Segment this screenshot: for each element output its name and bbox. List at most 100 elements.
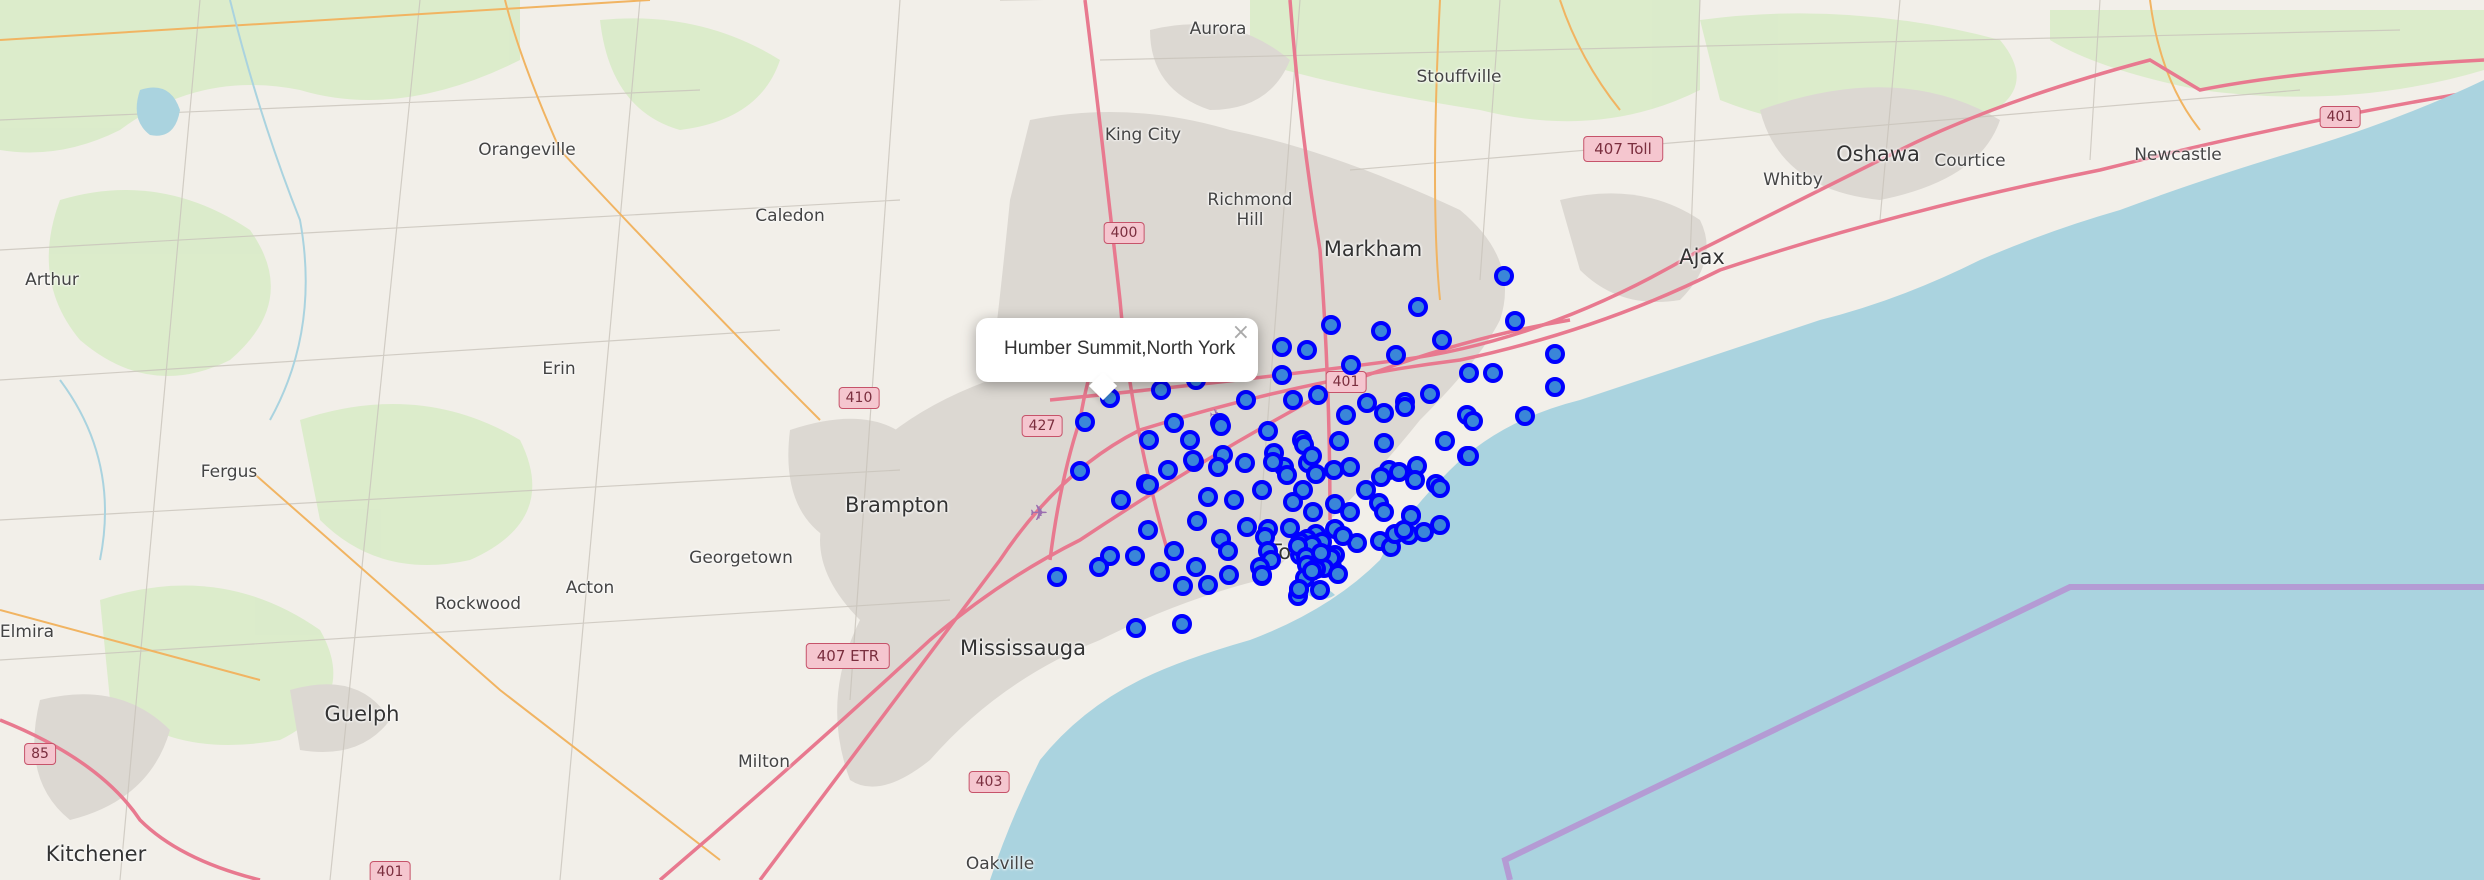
neighborhood-marker[interactable] xyxy=(1328,564,1348,584)
highway-shield-85: 85 xyxy=(24,743,56,765)
neighborhood-marker[interactable] xyxy=(1374,433,1394,453)
highway-shield-400: 400 xyxy=(1103,222,1145,244)
highway-shield-410: 410 xyxy=(838,387,880,409)
neighborhood-marker[interactable] xyxy=(1340,457,1360,477)
neighborhood-marker[interactable] xyxy=(1329,431,1349,451)
neighborhood-marker[interactable] xyxy=(1308,385,1328,405)
neighborhood-marker[interactable] xyxy=(1371,467,1391,487)
neighborhood-marker[interactable] xyxy=(1139,475,1159,495)
neighborhood-marker[interactable] xyxy=(1483,363,1503,383)
highway-shield-401-west: 401 xyxy=(369,861,411,880)
neighborhood-marker[interactable] xyxy=(1235,453,1255,473)
neighborhood-marker[interactable] xyxy=(1336,405,1356,425)
neighborhood-marker[interactable] xyxy=(1272,365,1292,385)
neighborhood-marker[interactable] xyxy=(1432,330,1452,350)
neighborhood-marker[interactable] xyxy=(1252,480,1272,500)
neighborhood-marker[interactable] xyxy=(1173,576,1193,596)
neighborhood-marker[interactable] xyxy=(1164,541,1184,561)
neighborhood-marker[interactable] xyxy=(1311,543,1331,563)
neighborhood-marker[interactable] xyxy=(1405,470,1425,490)
neighborhood-marker[interactable] xyxy=(1340,502,1360,522)
neighborhood-marker[interactable] xyxy=(1219,565,1239,585)
neighborhood-marker[interactable] xyxy=(1310,580,1330,600)
neighborhood-marker[interactable] xyxy=(1463,411,1483,431)
neighborhood-marker[interactable] xyxy=(1289,579,1309,599)
neighborhood-marker[interactable] xyxy=(1258,421,1278,441)
place-label-brampton: Brampton xyxy=(844,493,950,517)
neighborhood-marker[interactable] xyxy=(1070,461,1090,481)
neighborhood-marker[interactable] xyxy=(1236,390,1256,410)
popup-close-button[interactable]: × xyxy=(1232,320,1250,345)
neighborhood-marker[interactable] xyxy=(1386,345,1406,365)
neighborhood-marker[interactable] xyxy=(1545,344,1565,364)
place-label-courtice: Courtice xyxy=(1934,151,2006,171)
neighborhood-marker[interactable] xyxy=(1321,315,1341,335)
place-label-rockwood: Rockwood xyxy=(434,594,522,614)
map-canvas[interactable]: Aurora Stouffville King City Orangeville… xyxy=(0,0,2484,880)
place-label-georgetown: Georgetown xyxy=(689,548,793,568)
neighborhood-marker[interactable] xyxy=(1198,575,1218,595)
neighborhood-marker[interactable] xyxy=(1075,412,1095,432)
neighborhood-marker[interactable] xyxy=(1211,416,1231,436)
neighborhood-marker[interactable] xyxy=(1302,561,1322,581)
neighborhood-marker[interactable] xyxy=(1125,546,1145,566)
neighborhood-marker[interactable] xyxy=(1126,618,1146,638)
neighborhood-marker[interactable] xyxy=(1494,266,1514,286)
neighborhood-marker[interactable] xyxy=(1545,377,1565,397)
neighborhood-marker[interactable] xyxy=(1435,431,1455,451)
neighborhood-marker[interactable] xyxy=(1408,297,1428,317)
neighborhood-marker[interactable] xyxy=(1111,490,1131,510)
place-label-newcastle: Newcastle xyxy=(2134,145,2222,165)
neighborhood-marker[interactable] xyxy=(1277,465,1297,485)
neighborhood-marker[interactable] xyxy=(1505,311,1525,331)
neighborhood-marker[interactable] xyxy=(1208,457,1228,477)
neighborhood-marker[interactable] xyxy=(1218,541,1238,561)
neighborhood-marker[interactable] xyxy=(1237,517,1257,537)
neighborhood-marker[interactable] xyxy=(1252,565,1272,585)
neighborhood-marker[interactable] xyxy=(1164,413,1184,433)
neighborhood-marker[interactable] xyxy=(1333,526,1353,546)
neighborhood-marker[interactable] xyxy=(1374,502,1394,522)
place-label-fergus: Fergus xyxy=(200,462,258,482)
neighborhood-marker[interactable] xyxy=(1158,460,1178,480)
neighborhood-marker[interactable] xyxy=(1341,355,1361,375)
highway-shield-401: 401 xyxy=(1325,371,1367,393)
neighborhood-marker[interactable] xyxy=(1394,520,1414,540)
neighborhood-marker[interactable] xyxy=(1283,390,1303,410)
neighborhood-marker[interactable] xyxy=(1180,430,1200,450)
place-label-king-city: King City xyxy=(1104,125,1182,145)
neighborhood-marker[interactable] xyxy=(1459,363,1479,383)
neighborhood-marker[interactable] xyxy=(1430,478,1450,498)
neighborhood-marker[interactable] xyxy=(1303,502,1323,522)
neighborhood-marker[interactable] xyxy=(1374,403,1394,423)
neighborhood-marker[interactable] xyxy=(1459,446,1479,466)
neighborhood-marker[interactable] xyxy=(1515,406,1535,426)
neighborhood-marker[interactable] xyxy=(1172,614,1192,634)
place-label-orangeville: Orangeville xyxy=(478,140,576,160)
neighborhood-marker[interactable] xyxy=(1224,490,1244,510)
highway-shield-403: 403 xyxy=(968,771,1010,793)
neighborhood-marker[interactable] xyxy=(1047,567,1067,587)
place-label-milton: Milton xyxy=(738,752,790,772)
neighborhood-marker[interactable] xyxy=(1089,557,1109,577)
neighborhood-marker[interactable] xyxy=(1151,380,1171,400)
place-label-kitchener: Kitchener xyxy=(45,842,147,866)
place-label-whitby: Whitby xyxy=(1763,170,1823,190)
neighborhood-marker[interactable] xyxy=(1283,492,1303,512)
neighborhood-marker[interactable] xyxy=(1150,562,1170,582)
neighborhood-marker[interactable] xyxy=(1187,511,1207,531)
neighborhood-marker[interactable] xyxy=(1138,520,1158,540)
neighborhood-marker[interactable] xyxy=(1414,522,1434,542)
neighborhood-marker[interactable] xyxy=(1371,321,1391,341)
neighborhood-marker[interactable] xyxy=(1186,557,1206,577)
neighborhood-marker[interactable] xyxy=(1395,397,1415,417)
place-label-oshawa: Oshawa xyxy=(1836,142,1920,166)
neighborhood-marker[interactable] xyxy=(1183,450,1203,470)
place-label-erin: Erin xyxy=(542,359,576,379)
neighborhood-marker[interactable] xyxy=(1420,384,1440,404)
neighborhood-marker[interactable] xyxy=(1139,430,1159,450)
neighborhood-marker[interactable] xyxy=(1297,340,1317,360)
neighborhood-marker[interactable] xyxy=(1302,446,1322,466)
neighborhood-marker[interactable] xyxy=(1272,337,1292,357)
neighborhood-marker[interactable] xyxy=(1198,487,1218,507)
